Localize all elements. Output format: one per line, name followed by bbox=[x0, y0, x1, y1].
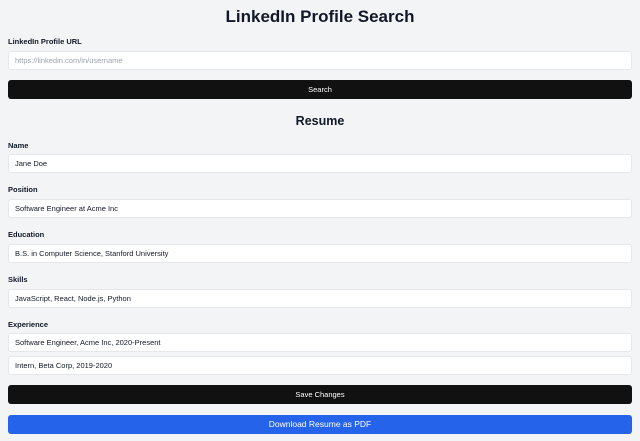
experience-input-1[interactable] bbox=[8, 333, 632, 352]
linkedin-url-input[interactable] bbox=[8, 51, 632, 70]
experience-label: Experience bbox=[8, 320, 49, 329]
linkedin-url-label: LinkedIn Profile URL bbox=[8, 37, 82, 46]
skills-label: Skills bbox=[8, 275, 28, 284]
save-changes-button[interactable]: Save Changes bbox=[8, 385, 632, 404]
skills-input[interactable] bbox=[8, 289, 632, 308]
experience-input-2[interactable] bbox=[8, 356, 632, 375]
name-input[interactable] bbox=[8, 154, 632, 173]
education-input[interactable] bbox=[8, 244, 632, 263]
education-label: Education bbox=[8, 230, 45, 239]
position-input[interactable] bbox=[8, 199, 632, 218]
position-label: Position bbox=[8, 185, 38, 194]
page-title: LinkedIn Profile Search bbox=[225, 7, 415, 26]
resume-heading: Resume bbox=[295, 114, 345, 128]
name-label: Name bbox=[8, 141, 29, 150]
download-pdf-button[interactable]: Download Resume as PDF bbox=[8, 415, 632, 434]
search-button[interactable]: Search bbox=[8, 80, 632, 99]
page: LinkedIn Profile Search LinkedIn Profile… bbox=[0, 0, 640, 441]
